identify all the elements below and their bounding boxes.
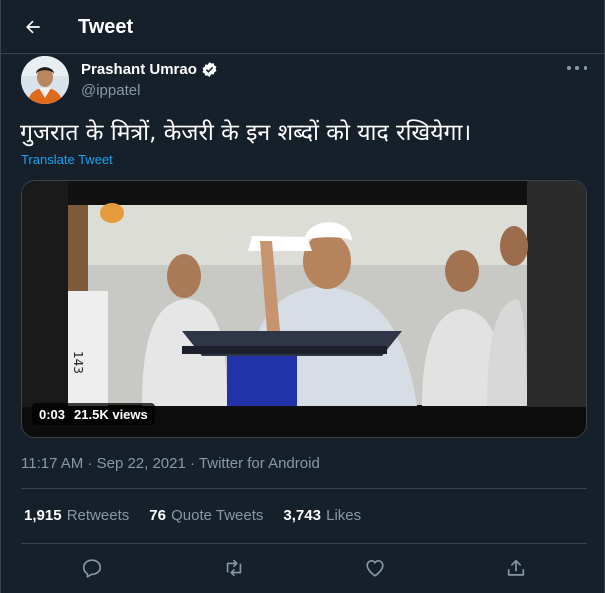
action-bar [1, 550, 605, 586]
back-button[interactable] [19, 13, 47, 41]
like-icon [366, 560, 384, 577]
likes-count: 3,743 [283, 507, 321, 524]
quote-tweets-label: Quote Tweets [171, 507, 264, 524]
share-button[interactable] [503, 555, 529, 581]
video-stats-badge: 0:03 21.5K views [32, 403, 155, 425]
divider [21, 488, 587, 489]
quote-tweets-stat[interactable]: 76 Quote Tweets [149, 507, 263, 524]
author-handle[interactable]: @ippatel [81, 82, 140, 99]
reply-button[interactable] [79, 555, 105, 581]
retweets-stat[interactable]: 1,915 Retweets [24, 507, 129, 524]
tweet-timestamp[interactable]: 11:17 AM · Sep 22, 2021 · Twitter for An… [21, 455, 320, 472]
tweet-text: गुजरात के मित्रों, केजरी के इन शब्दों को… [20, 120, 472, 146]
tweet-page: Tweet Prashant Umrao @ippatel गुजरात के … [0, 0, 605, 593]
verified-badge-icon [202, 62, 217, 77]
retweet-button[interactable] [221, 555, 247, 581]
like-button[interactable] [362, 555, 388, 581]
reply-icon [82, 559, 102, 578]
author-name-row: Prashant Umrao [81, 61, 218, 78]
more-icon [567, 66, 571, 70]
retweets-count: 1,915 [24, 507, 62, 524]
arrow-left-icon [26, 20, 40, 34]
video-thumbnail: 143 [22, 181, 586, 437]
likes-stat[interactable]: 3,743 Likes [283, 507, 361, 524]
avatar[interactable] [21, 56, 69, 104]
engagement-stats: 1,915 Retweets 76 Quote Tweets 3,743 Lik… [24, 507, 381, 524]
video-views: 21.5K views [74, 406, 148, 422]
divider [21, 543, 587, 544]
author-display-name[interactable]: Prashant Umrao [81, 61, 197, 78]
svg-text:143: 143 [71, 351, 85, 374]
translate-tweet-link[interactable]: Translate Tweet [21, 152, 113, 167]
quote-tweets-count: 76 [149, 507, 166, 524]
share-icon [507, 559, 525, 576]
top-bar: Tweet [1, 0, 605, 54]
more-options-button[interactable] [567, 60, 587, 76]
video-player[interactable]: 143 0:03 21.5K views [21, 180, 587, 438]
retweet-icon [226, 559, 242, 577]
video-duration: 0:03 [39, 406, 66, 422]
page-title: Tweet [78, 16, 134, 38]
retweets-label: Retweets [66, 507, 130, 524]
likes-label: Likes [326, 507, 362, 524]
